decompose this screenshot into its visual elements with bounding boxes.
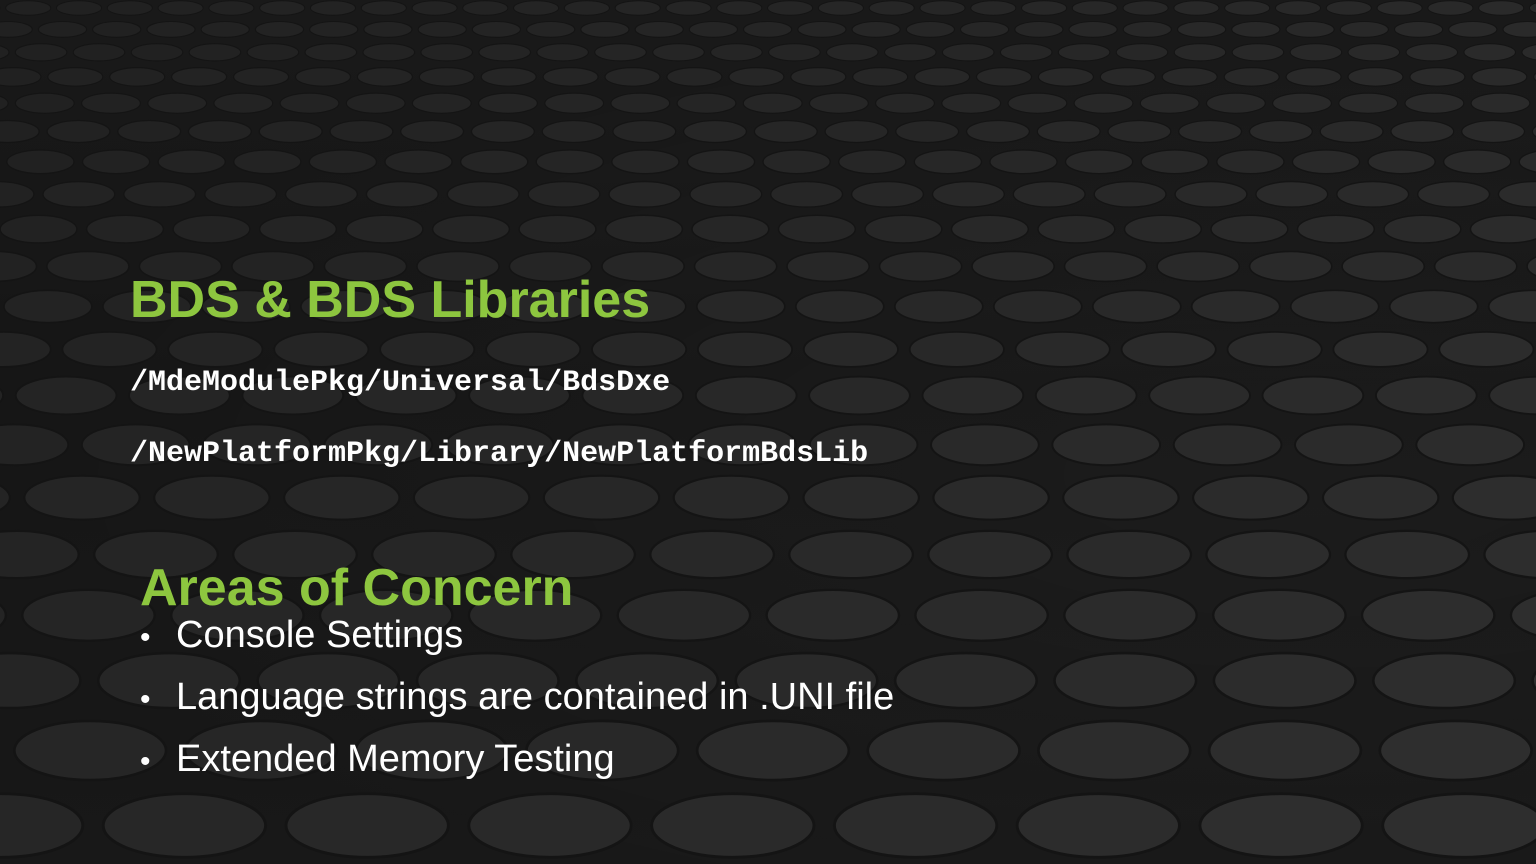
path-bdsdxe: /MdeModulePkg/Universal/BdsDxe: [130, 366, 671, 400]
bullet-extended-memory-testing: • Extended Memory Testing: [140, 736, 894, 798]
bullet-dot-icon: •: [140, 745, 151, 778]
section-title-areas-of-concern: Areas of Concern: [140, 559, 574, 617]
bullet-text: Extended Memory Testing: [176, 738, 615, 780]
concern-bullet-list: • Console Settings • Language strings ar…: [140, 612, 894, 798]
slide: BDS & BDS Libraries /MdeModulePkg/Univer…: [0, 0, 1536, 864]
bullet-console-settings: • Console Settings: [140, 612, 894, 674]
bullet-dot-icon: •: [140, 621, 151, 654]
bullet-text: Language strings are contained in .UNI f…: [176, 676, 895, 718]
bullet-dot-icon: •: [140, 683, 151, 716]
path-newplatformbdslib: /NewPlatformPkg/Library/NewPlatformBdsLi…: [130, 437, 869, 471]
slide-title: BDS & BDS Libraries: [130, 271, 651, 329]
bullet-language-strings: • Language strings are contained in .UNI…: [140, 674, 894, 736]
bullet-text: Console Settings: [176, 614, 464, 656]
